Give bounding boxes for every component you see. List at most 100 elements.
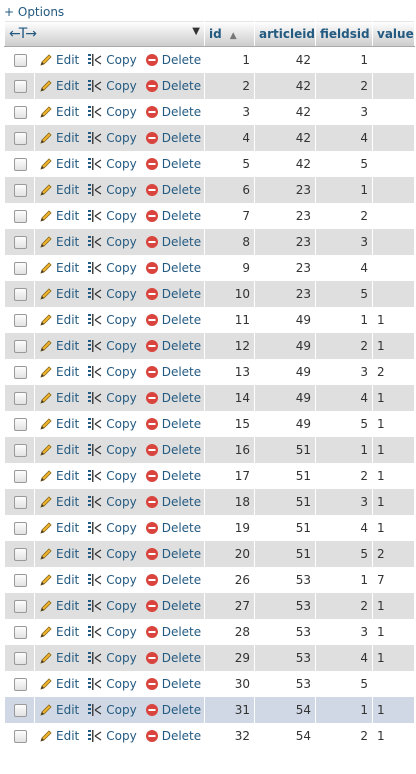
row-checkbox[interactable] (13, 132, 27, 145)
cell-fieldsid[interactable]: 2 (315, 333, 373, 359)
cell-articleid[interactable]: 49 (254, 385, 316, 411)
cell-fieldsid[interactable]: 4 (315, 515, 373, 541)
table-row[interactable]: Edit Copy Delete 2 42 2 (4, 73, 415, 99)
cell-id[interactable]: 18 (204, 489, 255, 515)
delete-button[interactable]: Delete (145, 677, 201, 691)
row-checkbox[interactable] (13, 158, 27, 171)
edit-button[interactable]: Edit (39, 209, 79, 223)
copy-button[interactable]: Copy (87, 521, 137, 535)
cell-value[interactable] (372, 151, 415, 177)
delete-button[interactable]: Delete (145, 547, 201, 561)
delete-button[interactable]: Delete (145, 313, 201, 327)
cell-fieldsid[interactable]: 1 (315, 307, 373, 333)
copy-button[interactable]: Copy (87, 313, 137, 327)
row-checkbox[interactable] (13, 210, 27, 223)
cell-articleid[interactable]: 51 (254, 437, 316, 463)
cell-value[interactable]: 1 (372, 645, 415, 671)
cell-articleid[interactable]: 53 (254, 645, 316, 671)
row-checkbox[interactable] (13, 600, 27, 613)
cell-fieldsid[interactable]: 1 (315, 46, 373, 73)
column-arrows-icon[interactable]: ←T→ (9, 26, 37, 42)
cell-id[interactable]: 6 (204, 177, 255, 203)
table-row[interactable]: Edit Copy Delete 13 49 3 2 (4, 359, 415, 385)
cell-value[interactable]: 1 (372, 307, 415, 333)
cell-value[interactable]: 1 (372, 723, 415, 749)
cell-articleid[interactable]: 54 (254, 723, 316, 749)
cell-id[interactable]: 8 (204, 229, 255, 255)
delete-button[interactable]: Delete (145, 495, 201, 509)
cell-value[interactable] (372, 46, 415, 73)
copy-button[interactable]: Copy (87, 53, 137, 67)
edit-button[interactable]: Edit (39, 547, 79, 561)
cell-id[interactable]: 20 (204, 541, 255, 567)
cell-id[interactable]: 27 (204, 593, 255, 619)
delete-button[interactable]: Delete (145, 235, 201, 249)
copy-button[interactable]: Copy (87, 417, 137, 431)
cell-value[interactable]: 2 (372, 541, 415, 567)
edit-button[interactable]: Edit (39, 261, 79, 275)
column-header-value[interactable]: value (372, 20, 415, 47)
table-row[interactable]: Edit Copy Delete 7 23 2 (4, 203, 415, 229)
row-checkbox[interactable] (13, 106, 27, 119)
cell-articleid[interactable]: 51 (254, 463, 316, 489)
table-row[interactable]: Edit Copy Delete 19 51 4 1 (4, 515, 415, 541)
options-toggle[interactable]: + Options (4, 3, 64, 21)
edit-button[interactable]: Edit (39, 287, 79, 301)
copy-button[interactable]: Copy (87, 235, 137, 249)
row-checkbox[interactable] (13, 496, 27, 509)
table-row[interactable]: Edit Copy Delete 14 49 4 1 (4, 385, 415, 411)
cell-articleid[interactable]: 49 (254, 307, 316, 333)
copy-button[interactable]: Copy (87, 651, 137, 665)
row-checkbox[interactable] (13, 678, 27, 691)
column-header-fieldsid[interactable]: fieldsid (315, 20, 373, 47)
delete-button[interactable]: Delete (145, 105, 201, 119)
cell-articleid[interactable]: 42 (254, 151, 316, 177)
edit-button[interactable]: Edit (39, 339, 79, 353)
cell-value[interactable]: 1 (372, 619, 415, 645)
delete-button[interactable]: Delete (145, 339, 201, 353)
row-checkbox[interactable] (13, 418, 27, 431)
row-checkbox[interactable] (13, 236, 27, 249)
table-row[interactable]: Edit Copy Delete 20 51 5 2 (4, 541, 415, 567)
cell-id[interactable]: 7 (204, 203, 255, 229)
cell-value[interactable]: 1 (372, 437, 415, 463)
cell-fieldsid[interactable]: 3 (315, 489, 373, 515)
edit-button[interactable]: Edit (39, 313, 79, 327)
delete-button[interactable]: Delete (145, 469, 201, 483)
cell-id[interactable]: 12 (204, 333, 255, 359)
cell-articleid[interactable]: 42 (254, 46, 316, 73)
table-row[interactable]: Edit Copy Delete 12 49 2 1 (4, 333, 415, 359)
row-checkbox[interactable] (13, 574, 27, 587)
table-row[interactable]: Edit Copy Delete 1 42 1 (4, 46, 415, 73)
copy-button[interactable]: Copy (87, 131, 137, 145)
edit-button[interactable]: Edit (39, 521, 79, 535)
cell-value[interactable] (372, 73, 415, 99)
cell-value[interactable] (372, 203, 415, 229)
cell-value[interactable]: 1 (372, 463, 415, 489)
table-row[interactable]: Edit Copy Delete 30 53 5 (4, 671, 415, 697)
cell-value[interactable]: 7 (372, 567, 415, 593)
row-checkbox[interactable] (13, 366, 27, 379)
cell-id[interactable]: 14 (204, 385, 255, 411)
delete-button[interactable]: Delete (145, 157, 201, 171)
chevron-down-icon[interactable]: ▼ (192, 26, 200, 37)
cell-id[interactable]: 2 (204, 73, 255, 99)
cell-fieldsid[interactable]: 1 (315, 567, 373, 593)
cell-fieldsid[interactable]: 4 (315, 645, 373, 671)
edit-button[interactable]: Edit (39, 157, 79, 171)
cell-articleid[interactable]: 23 (254, 177, 316, 203)
row-checkbox[interactable] (13, 288, 27, 301)
row-checkbox[interactable] (13, 652, 27, 665)
cell-articleid[interactable]: 53 (254, 619, 316, 645)
cell-value[interactable]: 2 (372, 359, 415, 385)
cell-fieldsid[interactable]: 1 (315, 697, 373, 723)
copy-button[interactable]: Copy (87, 339, 137, 353)
delete-button[interactable]: Delete (145, 625, 201, 639)
cell-fieldsid[interactable]: 5 (315, 541, 373, 567)
cell-articleid[interactable]: 23 (254, 203, 316, 229)
cell-articleid[interactable]: 42 (254, 125, 316, 151)
cell-id[interactable]: 13 (204, 359, 255, 385)
cell-value[interactable]: 1 (372, 411, 415, 437)
cell-id[interactable]: 4 (204, 125, 255, 151)
cell-value[interactable] (372, 99, 415, 125)
